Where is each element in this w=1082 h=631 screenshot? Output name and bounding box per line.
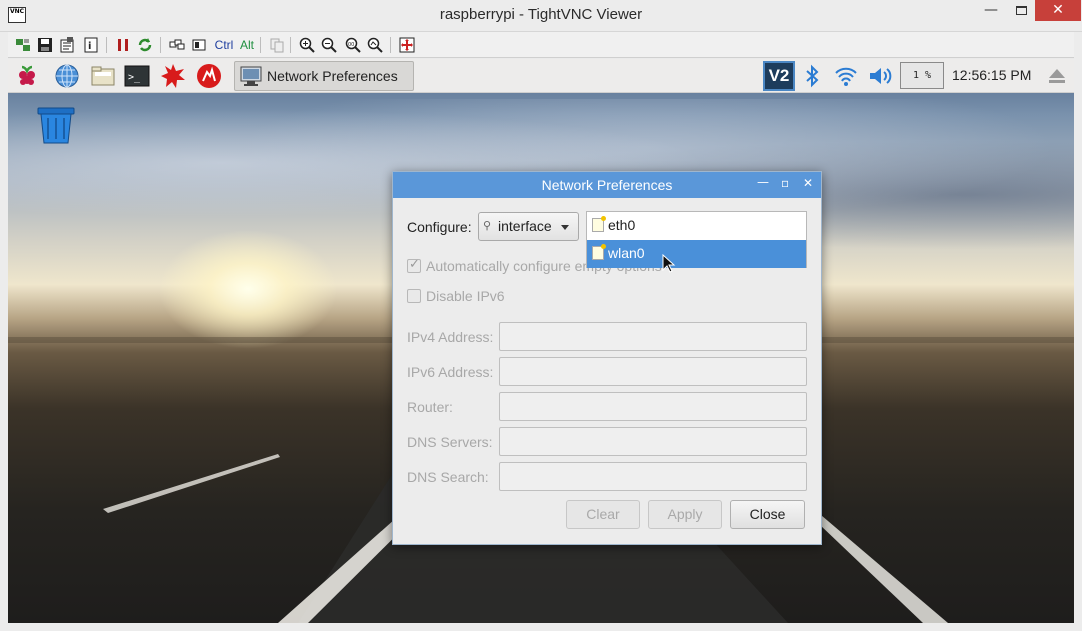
- task-network-preferences[interactable]: Network Preferences: [234, 61, 414, 91]
- window-border-left: [0, 32, 8, 631]
- dns-servers-label: DNS Servers:: [407, 434, 493, 450]
- dialog-titlebar[interactable]: Network Preferences — ▫ ✕: [393, 172, 821, 198]
- ipv4-address-field[interactable]: [499, 322, 807, 351]
- disable-ipv6-checkbox[interactable]: [407, 289, 421, 303]
- zoom-out-icon[interactable]: [320, 36, 338, 54]
- zoom-in-icon[interactable]: [298, 36, 316, 54]
- interface-option-label: eth0: [608, 217, 636, 233]
- wolfram-icon[interactable]: [196, 63, 222, 89]
- configure-label: Configure:: [407, 219, 472, 235]
- interface-option-label: wlan0: [608, 245, 645, 261]
- ctrl-esc-icon[interactable]: [190, 36, 208, 54]
- toolbar-separator: [160, 37, 161, 53]
- interface-option-eth0[interactable]: eth0: [587, 212, 806, 240]
- wifi-icon[interactable]: [834, 65, 858, 87]
- dns-search-label: DNS Search:: [407, 469, 489, 485]
- ipv6-address-label: IPv6 Address:: [407, 364, 494, 380]
- ctrl-alt-del-icon[interactable]: [168, 36, 186, 54]
- svg-text:00: 00: [348, 42, 354, 48]
- dialog-maximize-button[interactable]: ▫: [781, 176, 789, 190]
- network-preferences-dialog: Network Preferences — ▫ ✕ Configure: ⚲ i…: [392, 171, 822, 545]
- rpi-taskbar: >_ Network Preferences V2 1 % 12:56:15 P…: [8, 59, 1074, 93]
- window-titlebar: VNC raspberrypi - TightVNC Viewer — ✕: [0, 0, 1082, 32]
- pause-icon[interactable]: [114, 36, 132, 54]
- close-button[interactable]: Close: [730, 500, 805, 529]
- configure-combo[interactable]: ⚲ interface: [478, 212, 579, 241]
- toolbar-separator: [106, 37, 107, 53]
- vnc-server-tray-icon[interactable]: V2: [763, 61, 795, 91]
- network-preferences-task-icon: [240, 66, 262, 86]
- ipv4-address-label: IPv4 Address:: [407, 329, 494, 345]
- auto-config-checkbox[interactable]: [407, 257, 421, 273]
- toolbar-separator: [390, 37, 391, 53]
- clear-button[interactable]: Clear: [566, 500, 640, 529]
- web-browser-globe-icon[interactable]: [54, 63, 80, 89]
- eject-icon[interactable]: [1048, 68, 1066, 84]
- zoom-100-icon[interactable]: 00: [344, 36, 362, 54]
- window-border-right: [1074, 32, 1082, 631]
- options-icon[interactable]: [58, 36, 76, 54]
- alt-key-button[interactable]: Alt: [238, 36, 256, 54]
- configure-combo-value: interface: [498, 218, 552, 234]
- interface-magnifier-icon: ⚲: [483, 219, 492, 232]
- cpu-usage-monitor[interactable]: 1 %: [900, 62, 944, 89]
- fullscreen-icon[interactable]: [398, 36, 416, 54]
- trash-desktop-icon[interactable]: [36, 105, 76, 145]
- chevron-down-icon: [561, 225, 569, 230]
- router-label: Router:: [407, 399, 453, 415]
- refresh-icon[interactable]: [136, 36, 154, 54]
- window-maximize-button[interactable]: [1006, 4, 1036, 28]
- dialog-close-button[interactable]: ✕: [803, 176, 813, 190]
- interface-icon: [592, 244, 606, 260]
- clipboard-icon[interactable]: [268, 36, 286, 54]
- disable-ipv6-label: Disable IPv6: [426, 288, 505, 304]
- volume-icon[interactable]: [868, 65, 892, 87]
- interface-dropdown-list: eth0 wlan0: [586, 211, 807, 268]
- mouse-cursor-icon: [662, 254, 676, 273]
- interface-icon: [592, 216, 606, 232]
- connection-info-icon[interactable]: i: [82, 36, 100, 54]
- taskbar-clock[interactable]: 12:56:15 PM: [952, 67, 1031, 83]
- new-connection-icon[interactable]: [14, 36, 32, 54]
- dns-servers-field[interactable]: [499, 427, 807, 456]
- apply-button[interactable]: Apply: [648, 500, 722, 529]
- dns-search-field[interactable]: [499, 462, 807, 491]
- mathematica-icon[interactable]: [160, 63, 186, 89]
- dialog-minimize-button[interactable]: —: [757, 175, 769, 189]
- svg-text:i: i: [88, 41, 91, 52]
- maximize-icon: [1015, 6, 1027, 15]
- svg-text:>_: >_: [128, 72, 141, 83]
- window-close-button[interactable]: ✕: [1035, 0, 1081, 21]
- raspberry-menu-icon[interactable]: [14, 63, 40, 89]
- bluetooth-icon[interactable]: [803, 64, 821, 88]
- router-field[interactable]: [499, 392, 807, 421]
- save-icon[interactable]: [36, 36, 54, 54]
- toolbar-separator: [290, 37, 291, 53]
- zoom-auto-icon[interactable]: [366, 36, 384, 54]
- toolbar-separator: [260, 37, 261, 53]
- window-minimize-button[interactable]: —: [976, 2, 1006, 26]
- ctrl-key-button[interactable]: Ctrl: [212, 36, 236, 54]
- window-border-bottom: [0, 623, 1082, 631]
- window-title: raspberrypi - TightVNC Viewer: [439, 6, 643, 23]
- file-manager-folder-icon[interactable]: [90, 63, 116, 89]
- interface-option-wlan0[interactable]: wlan0: [587, 240, 806, 268]
- task-network-preferences-label: Network Preferences: [267, 68, 398, 84]
- terminal-icon[interactable]: >_: [124, 63, 150, 89]
- vnc-toolbar: i Ctrl Alt 00: [8, 32, 1074, 58]
- ipv6-address-field[interactable]: [499, 357, 807, 386]
